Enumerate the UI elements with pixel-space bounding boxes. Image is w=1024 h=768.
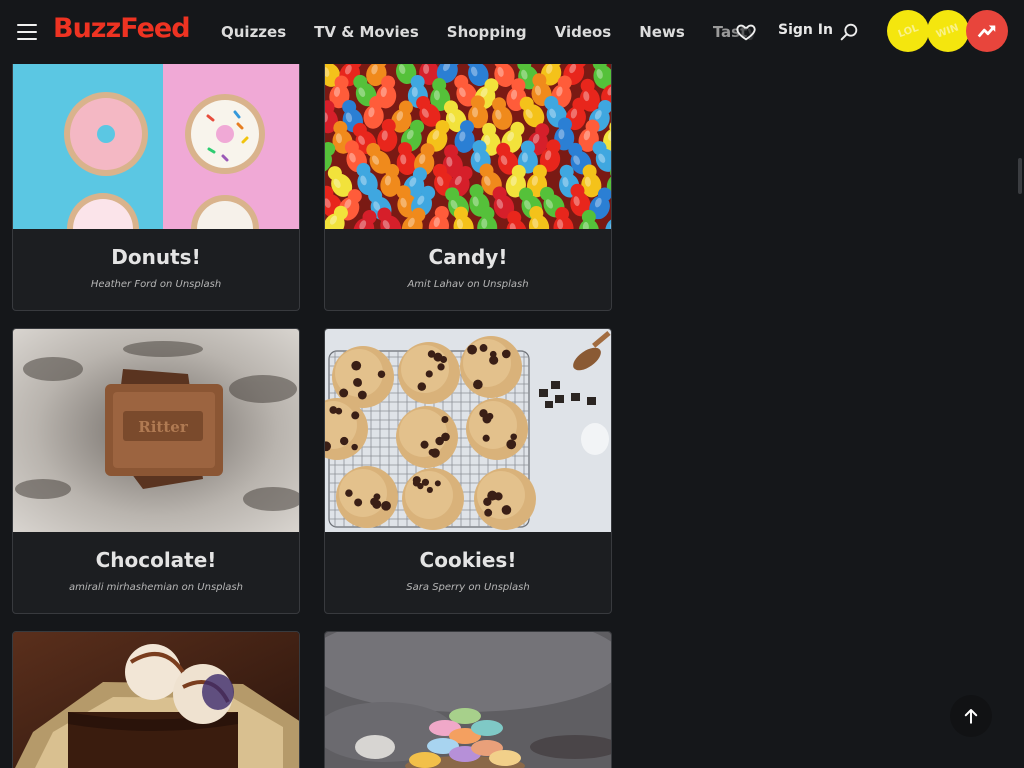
brownie-image bbox=[13, 632, 299, 768]
main-nav: Quizzes TV & Movies Shopping Videos News… bbox=[221, 0, 785, 64]
credit-source-link[interactable]: Unsplash bbox=[197, 582, 243, 593]
photo-credit: Amit Lahav on Unsplash bbox=[325, 269, 611, 290]
search-icon[interactable] bbox=[838, 21, 860, 43]
card-brownie[interactable] bbox=[12, 631, 300, 768]
nav-tv-movies[interactable]: TV & Movies bbox=[314, 23, 419, 41]
card-title: Candy! bbox=[428, 245, 508, 269]
lol-badge-label: LOL bbox=[896, 22, 920, 40]
menu-icon[interactable] bbox=[17, 24, 37, 40]
card-cookies[interactable]: Cookies! Sara Sperry on Unsplash bbox=[324, 328, 612, 614]
photo-credit: amirali mirhashemian on Unsplash bbox=[13, 572, 299, 593]
card-title: Chocolate! bbox=[95, 548, 217, 572]
credit-on: on bbox=[181, 582, 195, 593]
site-header: BuzzFeed Quizzes TV & Movies Shopping Vi… bbox=[0, 0, 1024, 64]
credit-source-link[interactable]: Unsplash bbox=[484, 582, 530, 593]
win-badge[interactable]: WIN bbox=[927, 10, 969, 52]
svg-text:Ritter: Ritter bbox=[138, 418, 189, 436]
sign-in-button[interactable]: Sign In bbox=[778, 22, 833, 38]
credit-name: Heather Ford bbox=[90, 279, 157, 290]
credit-on: on bbox=[468, 582, 481, 593]
buzzfeed-logo[interactable]: BuzzFeed bbox=[53, 13, 191, 44]
arrow-up-icon bbox=[964, 709, 978, 724]
credit-on: on bbox=[159, 279, 173, 290]
donuts-image bbox=[13, 64, 299, 229]
card-title: Cookies! bbox=[419, 548, 517, 572]
credit-name: amirali mirhashemian bbox=[69, 582, 179, 593]
heart-icon[interactable] bbox=[735, 21, 757, 43]
nav-quizzes[interactable]: Quizzes bbox=[221, 23, 286, 41]
lol-badge[interactable]: LOL bbox=[887, 10, 929, 52]
trending-icon bbox=[977, 25, 996, 38]
card-macarons[interactable] bbox=[324, 631, 612, 768]
card-candy[interactable]: Candy! Amit Lahav on Unsplash bbox=[324, 64, 612, 311]
nav-videos[interactable]: Videos bbox=[555, 23, 612, 41]
credit-name: Amit Lahav bbox=[407, 279, 465, 290]
nav-news[interactable]: News bbox=[639, 23, 685, 41]
trending-badge[interactable] bbox=[966, 10, 1008, 52]
cookies-image bbox=[325, 329, 611, 532]
card-title: Donuts! bbox=[111, 245, 201, 269]
photo-credit: Sara Sperry on Unsplash bbox=[325, 572, 611, 593]
back-to-top-button[interactable] bbox=[950, 695, 992, 737]
credit-on: on bbox=[467, 279, 480, 290]
photo-credit: Heather Ford on Unsplash bbox=[13, 269, 299, 290]
candy-image bbox=[325, 64, 611, 229]
chocolate-image: Ritter bbox=[13, 329, 299, 532]
credit-name: Sara Sperry bbox=[406, 582, 466, 593]
scrollbar-thumb[interactable] bbox=[1018, 158, 1022, 194]
credit-source-link[interactable]: Unsplash bbox=[176, 279, 222, 290]
macarons-image bbox=[325, 632, 611, 768]
card-donuts[interactable]: Donuts! Heather Ford on Unsplash bbox=[12, 64, 300, 311]
nav-shopping[interactable]: Shopping bbox=[447, 23, 527, 41]
win-badge-label: WIN bbox=[935, 21, 961, 41]
credit-source-link[interactable]: Unsplash bbox=[483, 279, 529, 290]
card-chocolate[interactable]: Ritter Chocolate! amirali mirhashemian o… bbox=[12, 328, 300, 614]
